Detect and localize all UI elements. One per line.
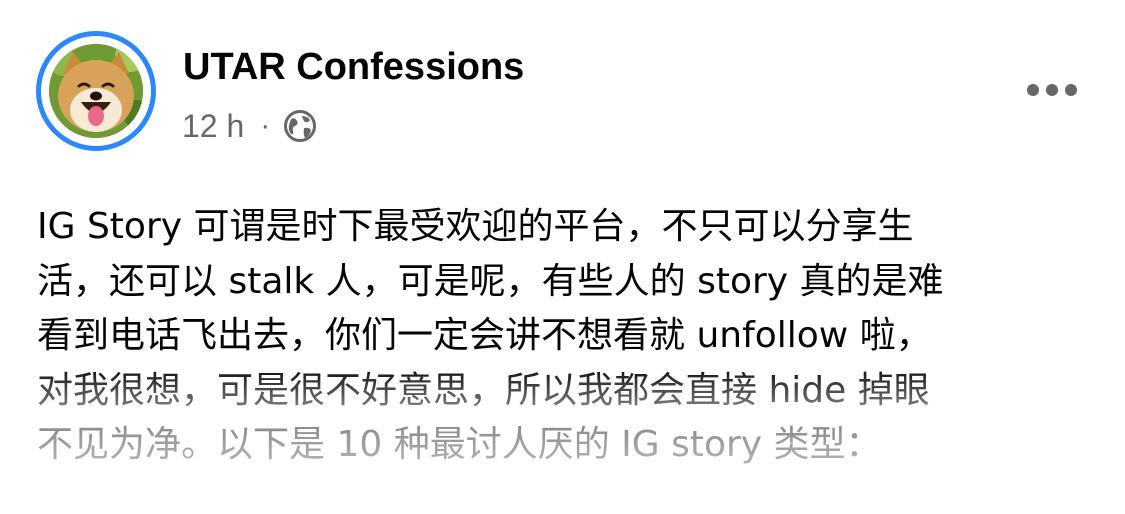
more-dot: [1046, 84, 1058, 96]
more-dot: [1065, 84, 1077, 96]
post-body-text: IG Story 可谓是时下最受欢迎的平台，不只可以分享生 活，还可以 stal…: [37, 206, 944, 465]
post-timestamp[interactable]: 12 h: [182, 108, 244, 145]
meta-separator: ·: [260, 109, 271, 142]
post-meta: 12 h ·: [182, 104, 318, 148]
page-name[interactable]: UTAR Confessions: [183, 46, 524, 89]
more-options-icon[interactable]: [1027, 78, 1077, 102]
shiba-dog-avatar-icon: [49, 44, 143, 138]
globe-icon[interactable]: [282, 108, 318, 144]
avatar[interactable]: [49, 44, 143, 138]
more-dot: [1027, 84, 1039, 96]
avatar-story-ring[interactable]: [36, 31, 156, 151]
